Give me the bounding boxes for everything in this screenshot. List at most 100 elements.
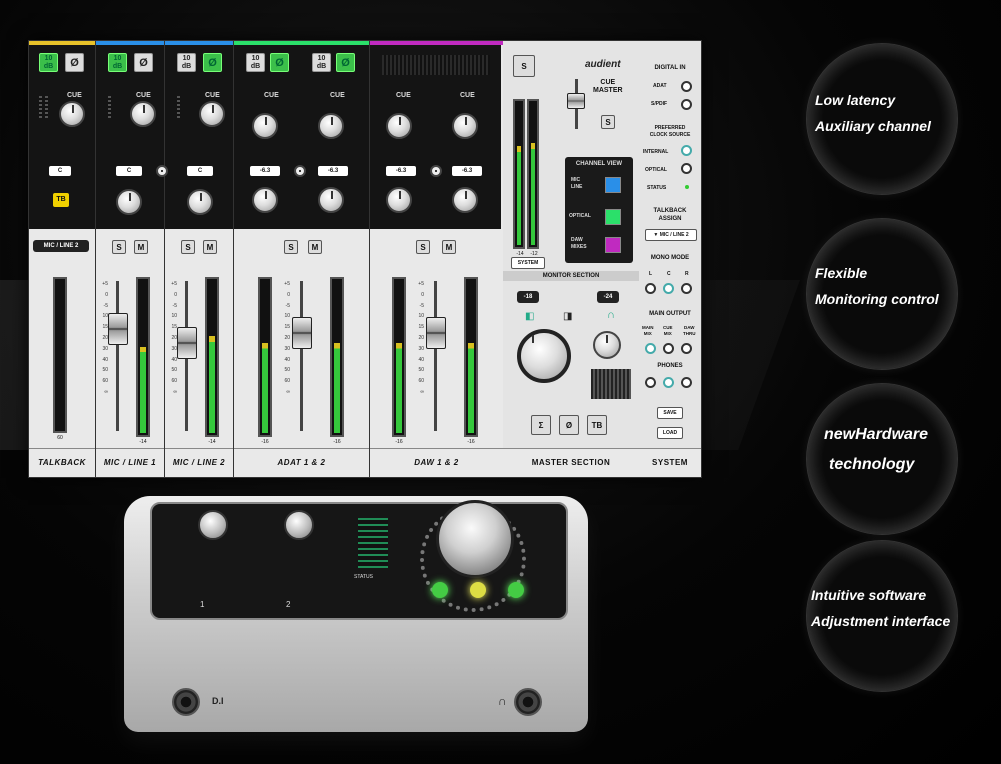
- channel-view-title: CHANNEL VIEW: [575, 161, 623, 167]
- cue-label: CUE: [67, 92, 82, 99]
- channel-meter: -16: [258, 277, 272, 445]
- pad-10db-button[interactable]: 10 dB: [312, 53, 331, 72]
- adat-radio[interactable]: [681, 81, 692, 92]
- phase-button[interactable]: Ø: [203, 53, 222, 72]
- channel-fader[interactable]: [108, 313, 128, 345]
- out-main-mix-radio[interactable]: [645, 343, 656, 354]
- phones-cue-radio[interactable]: [663, 377, 674, 388]
- phones-level-knob[interactable]: [593, 331, 621, 359]
- mono-r-radio[interactable]: [681, 283, 692, 294]
- headphone-jack[interactable]: [514, 688, 542, 716]
- phase-button[interactable]: Ø: [134, 53, 153, 72]
- dim-button[interactable]: [470, 582, 486, 598]
- monitor-section-label: MONITOR SECTION: [503, 271, 639, 281]
- pan-knob[interactable]: [318, 187, 344, 213]
- pan-knob[interactable]: [187, 189, 213, 215]
- channel-color-stripe: [165, 41, 233, 45]
- gain-knob-2[interactable]: [284, 510, 314, 540]
- channel-view-daw-toggle[interactable]: [605, 237, 621, 253]
- led-column: [39, 96, 42, 118]
- monitor-volume-knob[interactable]: [436, 500, 514, 578]
- pan-knob[interactable]: [116, 189, 142, 215]
- cue-knob[interactable]: [199, 101, 225, 127]
- talkback-button[interactable]: TB: [53, 193, 69, 207]
- mute-button[interactable]: M: [134, 240, 148, 254]
- cue-master-solo[interactable]: S: [601, 115, 615, 129]
- pan-value: -6.3: [318, 166, 348, 176]
- internal-radio[interactable]: [681, 145, 692, 156]
- pad-10db-button[interactable]: 10 dB: [108, 53, 127, 72]
- feature-circle-software: Intuitive software Adjustment interface: [806, 540, 958, 692]
- sum-button[interactable]: Σ: [531, 415, 551, 435]
- cue-knob[interactable]: [452, 113, 478, 139]
- cue-master-fader[interactable]: [567, 93, 585, 109]
- polarity-button[interactable]: Ø: [559, 415, 579, 435]
- mono-l-radio[interactable]: [645, 283, 656, 294]
- channel-fader[interactable]: [426, 317, 446, 349]
- led-column: [177, 96, 180, 118]
- cue-knob[interactable]: [318, 113, 344, 139]
- mute-button[interactable]: M: [203, 240, 217, 254]
- cue-knob[interactable]: [252, 113, 278, 139]
- mute-button[interactable]: M: [308, 240, 322, 254]
- master-solo-button[interactable]: S: [513, 55, 535, 77]
- phones-daw-radio[interactable]: [681, 377, 692, 388]
- channel-meter: -16: [330, 277, 344, 445]
- stereo-link-button[interactable]: [294, 165, 306, 177]
- speaker-icon: ◧: [525, 311, 535, 322]
- phones-label: PHONES: [657, 363, 683, 369]
- solo-button[interactable]: S: [284, 240, 298, 254]
- cue-knob[interactable]: [130, 101, 156, 127]
- spdif-radio[interactable]: [681, 99, 692, 110]
- mute-button[interactable]: M: [442, 240, 456, 254]
- channel-meter: -16: [464, 277, 478, 445]
- di-input-jack[interactable]: [172, 688, 200, 716]
- solo-button[interactable]: S: [181, 240, 195, 254]
- level-leds: [358, 518, 388, 568]
- pad-10db-button[interactable]: 10 dB: [177, 53, 196, 72]
- channel-color-stripe: [29, 41, 95, 45]
- meter-value: 60: [57, 435, 63, 441]
- pan-knob[interactable]: [452, 187, 478, 213]
- system-button[interactable]: SYSTEM: [511, 257, 545, 269]
- speaker-grill: [591, 369, 631, 399]
- phones-main-radio[interactable]: [645, 377, 656, 388]
- channel-fader[interactable]: [177, 327, 197, 359]
- master-meter-right: -12: [527, 99, 539, 257]
- pad-10db-button[interactable]: 10 dB: [39, 53, 58, 72]
- headphone-select-button[interactable]: [508, 582, 524, 598]
- phase-button[interactable]: Ø: [336, 53, 355, 72]
- interface-top-panel: 1 2 STATUS: [150, 500, 568, 620]
- meter-value: -14: [208, 439, 216, 445]
- optical-radio[interactable]: [681, 163, 692, 174]
- save-button[interactable]: SAVE: [657, 407, 683, 419]
- status-label: STATUS: [647, 185, 667, 191]
- pan-knob[interactable]: [252, 187, 278, 213]
- master-talkback-button[interactable]: TB: [587, 415, 607, 435]
- fader-scale: +5 0 -5 10 15 20 30 40 50 60 ∞: [102, 281, 108, 395]
- channel-view-optical-toggle[interactable]: [605, 209, 621, 225]
- load-button[interactable]: LOAD: [657, 427, 683, 439]
- monitor-level-knob[interactable]: [517, 329, 571, 383]
- channel-view-mic-toggle[interactable]: [605, 177, 621, 193]
- gain-knob-1[interactable]: [198, 510, 228, 540]
- solo-button[interactable]: S: [112, 240, 126, 254]
- cue-knob[interactable]: [386, 113, 412, 139]
- stereo-link-button[interactable]: [430, 165, 442, 177]
- channel-fader[interactable]: [292, 317, 312, 349]
- internal-label: INTERNAL: [643, 149, 669, 155]
- out-daw-thru-radio[interactable]: [681, 343, 692, 354]
- out-cue-mix-radio[interactable]: [663, 343, 674, 354]
- mono-mode-label: MONO MODE: [650, 255, 690, 261]
- cue-knob[interactable]: [59, 101, 85, 127]
- speaker-select-button[interactable]: [432, 582, 448, 598]
- phase-button[interactable]: Ø: [65, 53, 84, 72]
- pan-knob[interactable]: [386, 187, 412, 213]
- mono-c-radio[interactable]: [663, 283, 674, 294]
- solo-button[interactable]: S: [416, 240, 430, 254]
- channel-meter: -14: [136, 277, 150, 445]
- talkback-assign-select[interactable]: ▼ MIC / LINE 2: [645, 229, 697, 241]
- phase-button[interactable]: Ø: [270, 53, 289, 72]
- led-column: [108, 96, 111, 118]
- pad-10db-button[interactable]: 10 dB: [246, 53, 265, 72]
